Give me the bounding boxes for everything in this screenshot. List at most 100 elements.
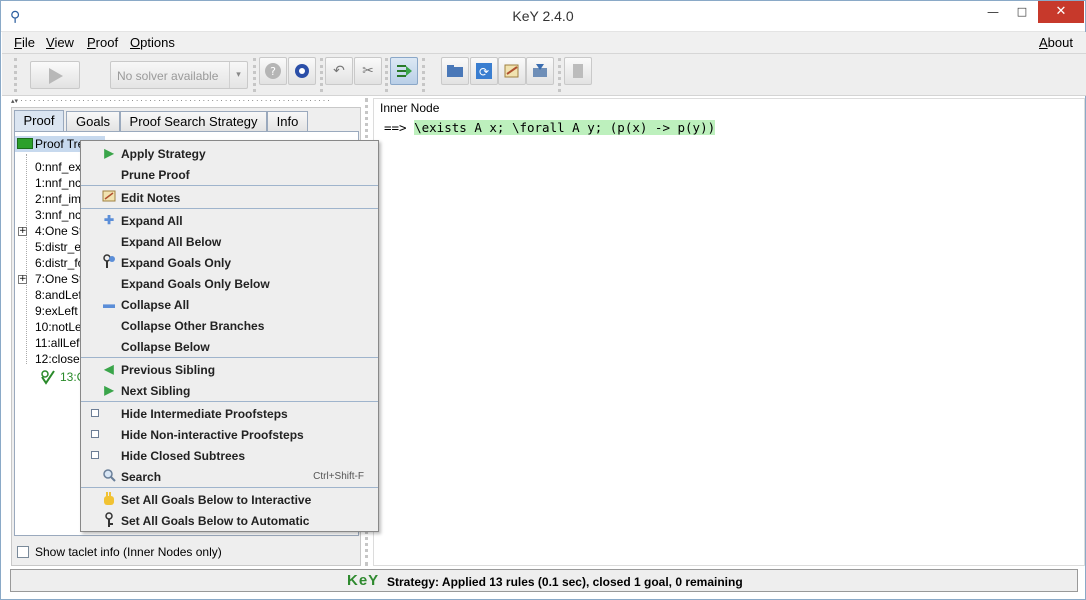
checkbox-icon [87,405,103,421]
scissors-icon: ✂ [362,63,374,79]
menu-expand-all-below[interactable]: Expand All Below [81,231,378,252]
tree-node-12[interactable]: 12:close [35,352,80,366]
checkbox-icon [87,426,103,442]
solver-label: No solver available [117,69,219,83]
tab-goals[interactable]: Goals [66,111,120,131]
edit-file-button[interactable] [498,57,526,85]
tree-node-11[interactable]: 11:allLef [35,336,79,350]
menu-item-label: Apply Strategy [121,147,206,161]
tab-proof-search-strategy[interactable]: Proof Search Strategy [120,111,267,131]
menu-apply-strategy[interactable]: ▶ Apply Strategy [81,143,378,164]
svg-text:⟳: ⟳ [479,65,489,79]
tree-node-9[interactable]: 9:exLeft [35,304,78,318]
hand-icon [101,491,117,507]
menu-item-label: Hide Closed Subtrees [121,449,246,463]
toolbar-separator [253,58,258,92]
menu-hide-closed-subtrees[interactable]: Hide Closed Subtrees [81,445,378,466]
menu-previous-sibling[interactable]: ◀ Previous Sibling [81,359,378,380]
menu-item-label: Next Sibling [121,384,191,398]
tree-connector [26,154,27,364]
list-arrow-icon [397,65,412,77]
goal-icon [101,254,117,270]
sequent-formula[interactable]: \exists A x; \forall A y; (p(x) -> p(y)) [414,120,716,135]
notes-icon [101,189,117,205]
solver-dropdown[interactable]: No solver available ▾ [110,61,248,89]
menu-item-label: Expand Goals Only [121,256,232,270]
toolbar-grip [14,58,19,92]
menu-separator [81,357,378,358]
folder-open-icon [447,65,463,77]
tree-node-0[interactable]: 0:nnf_ex [35,160,81,174]
menu-separator [81,401,378,402]
menu-options[interactable]: Options [130,35,175,50]
tab-proof[interactable]: Proof [14,110,64,131]
goal-back-button[interactable] [390,57,418,85]
expand-icon[interactable]: + [18,227,27,236]
plus-icon: ✚ [103,213,115,227]
sequent-formula-line[interactable]: ==> \exists A x; \forall A y; (p(x) -> p… [384,119,716,136]
menu-file[interactable]: File [14,35,35,50]
menu-about[interactable]: About [1039,35,1073,50]
show-taclet-info-checkbox[interactable]: Show taclet info (Inner Nodes only) [17,545,222,559]
menu-set-goals-interactive[interactable]: Set All Goals Below to Interactive [81,489,378,510]
chevron-down-icon: ▾ [229,62,247,88]
save-icon [533,64,547,77]
tree-node-1[interactable]: 1:nnf_nc [35,176,81,190]
settings-button[interactable] [288,57,316,85]
inner-node-title: Inner Node [380,101,440,115]
close-proof-button[interactable] [564,57,592,85]
folder-icon [17,138,33,149]
tree-node-3[interactable]: 3:nnf_nc [35,208,81,222]
start-proof-button[interactable] [30,61,80,89]
menu-item-label: Collapse All [121,298,190,312]
split-pane-arrows[interactable]: ▴▾ · · · · · · · · · · · · · · · · · · ·… [11,98,363,105]
menu-collapse-other-branches[interactable]: Collapse Other Branches [81,315,378,336]
maximize-button[interactable]: □ [1008,1,1036,23]
tree-node-2[interactable]: 2:nnf_im [35,192,81,206]
help-button[interactable]: ? [259,57,287,85]
close-button[interactable]: ✕ [1038,1,1084,23]
menu-hide-non-interactive-proofsteps[interactable]: Hide Non-interactive Proofsteps [81,424,378,445]
menu-item-label: Previous Sibling [121,363,216,377]
undo-button[interactable]: ↶ [325,57,353,85]
menu-item-label: Edit Notes [121,191,181,205]
arrow-left-icon: ◀ [104,362,114,376]
menu-item-label: Search [121,470,162,484]
menu-hide-intermediate-proofsteps[interactable]: Hide Intermediate Proofsteps [81,403,378,424]
menu-item-label: Hide Non-interactive Proofsteps [121,428,304,442]
expand-icon[interactable]: + [18,275,27,284]
menu-expand-goals-only[interactable]: Expand Goals Only [81,252,378,273]
tree-node-10[interactable]: 10:notLe [35,320,82,334]
menu-proof[interactable]: Proof [87,35,118,50]
menu-collapse-all[interactable]: ▬ Collapse All [81,294,378,315]
minimize-button[interactable]: — [979,1,1007,23]
menu-item-label: Hide Intermediate Proofsteps [121,407,288,421]
menu-prune-proof[interactable]: Prune Proof [81,164,378,185]
tree-node-6[interactable]: 6:distr_fo [35,256,84,270]
gear-icon [295,64,309,78]
tree-node-7[interactable]: 7:One St [35,272,82,286]
play-icon: ▶ [104,146,114,160]
menu-next-sibling[interactable]: ▶ Next Sibling [81,380,378,401]
tab-info[interactable]: Info [267,111,308,131]
menu-expand-goals-only-below[interactable]: Expand Goals Only Below [81,273,378,294]
status-bar: KeY Strategy: Applied 13 rules (0.1 sec)… [10,569,1078,592]
menu-collapse-below[interactable]: Collapse Below [81,336,378,357]
reload-button[interactable]: ⟳ [470,57,498,85]
menu-expand-all[interactable]: ✚ Expand All [81,210,378,231]
tree-node-8[interactable]: 8:andLef [35,288,82,302]
menu-set-goals-automatic[interactable]: Set All Goals Below to Automatic [81,510,378,531]
tree-node-4[interactable]: 4:One St [35,224,82,238]
menu-edit-notes[interactable]: Edit Notes [81,187,378,208]
tree-node-5[interactable]: 5:distr_e [35,240,81,254]
open-file-button[interactable] [441,57,469,85]
menu-search[interactable]: Search Ctrl+Shift-F [81,466,378,487]
menu-view[interactable]: View [46,35,74,50]
menu-item-label: Expand Goals Only Below [121,277,270,291]
menu-item-label: Expand All [121,214,183,228]
minus-icon: ▬ [103,297,115,311]
menu-item-label: Collapse Other Branches [121,319,265,333]
prune-button[interactable]: ✂ [354,57,382,85]
menu-bar: File View Proof Options About [2,32,1086,54]
save-button[interactable] [526,57,554,85]
